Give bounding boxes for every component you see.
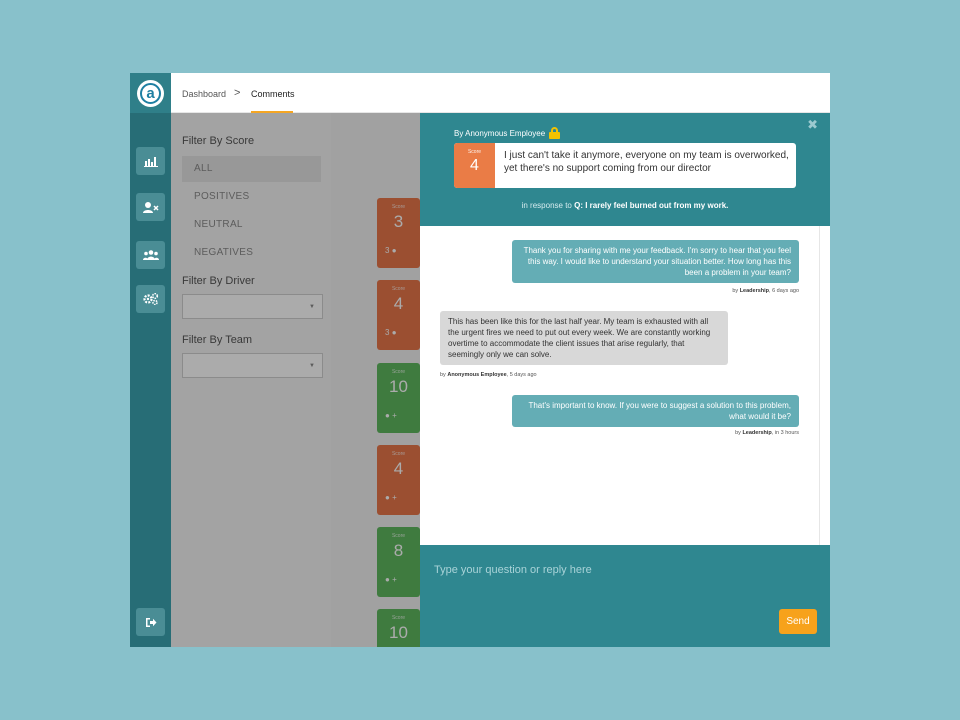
close-icon[interactable]: ✖ — [807, 117, 818, 133]
team-icon — [142, 250, 159, 260]
comment-header: ✖ By Anonymous Employee Score 4 I just c… — [420, 113, 830, 226]
message-leadership: That's important to know. If you were to… — [512, 395, 799, 427]
reply-area: Send — [420, 545, 830, 647]
question-text: Q: I rarely feel burned out from my work… — [574, 201, 729, 210]
author-label: By Anonymous Employee — [454, 128, 546, 138]
score-label: Score — [467, 149, 482, 155]
breadcrumb-chevron-icon: > — [234, 87, 241, 99]
comment-score-badge: Score 4 — [454, 143, 495, 188]
remove-user-icon — [142, 201, 159, 213]
settings-icon — [142, 293, 158, 305]
rail-item-settings[interactable] — [136, 285, 165, 313]
original-comment: Score 4 I just can't take it anymore, ev… — [454, 143, 796, 188]
app-window: a Dashboard > Comments Filter By Score A… — [130, 73, 830, 647]
score-value: 4 — [470, 157, 479, 174]
comment-text: I just can't take it anymore, everyone o… — [504, 150, 789, 174]
reply-input[interactable] — [434, 561, 814, 579]
send-button[interactable]: Send — [779, 609, 817, 634]
message-attribution: by Leadership, 6 days ago — [732, 288, 799, 294]
side-rail: a — [130, 73, 171, 647]
rail-item-dashboard[interactable] — [136, 147, 165, 175]
bar-chart-icon — [143, 156, 158, 167]
conversation-thread[interactable]: Thank you for sharing with me your feedb… — [420, 226, 830, 545]
logo-area: a — [130, 73, 171, 113]
scrollbar[interactable] — [819, 226, 820, 545]
lock-icon — [549, 127, 561, 139]
message-attribution: by Leadership, in 3 hours — [735, 430, 799, 436]
breadcrumb-comments[interactable]: Comments — [251, 89, 295, 99]
modal-overlay[interactable] — [171, 113, 420, 647]
top-header: Dashboard > Comments — [171, 73, 830, 113]
rail-item-users[interactable] — [136, 193, 165, 221]
breadcrumb-dashboard[interactable]: Dashboard — [182, 89, 226, 99]
comment-detail-panel: ✖ By Anonymous Employee Score 4 I just c… — [420, 113, 830, 647]
message-attribution: by Anonymous Employee, 5 days ago — [440, 372, 537, 378]
question-reference: in response to Q: I rarely feel burned o… — [420, 201, 830, 210]
logo[interactable]: a — [137, 79, 164, 107]
in-response-label: in response to — [521, 201, 572, 210]
rail-item-teams[interactable] — [136, 241, 165, 269]
message-employee: This has been like this for the last hal… — [440, 311, 728, 365]
logo-mark: a — [140, 82, 161, 104]
message-leadership: Thank you for sharing with me your feedb… — [512, 240, 799, 283]
comment-author: By Anonymous Employee — [454, 127, 561, 139]
logout-icon — [145, 617, 156, 627]
logout-button[interactable] — [136, 608, 165, 636]
